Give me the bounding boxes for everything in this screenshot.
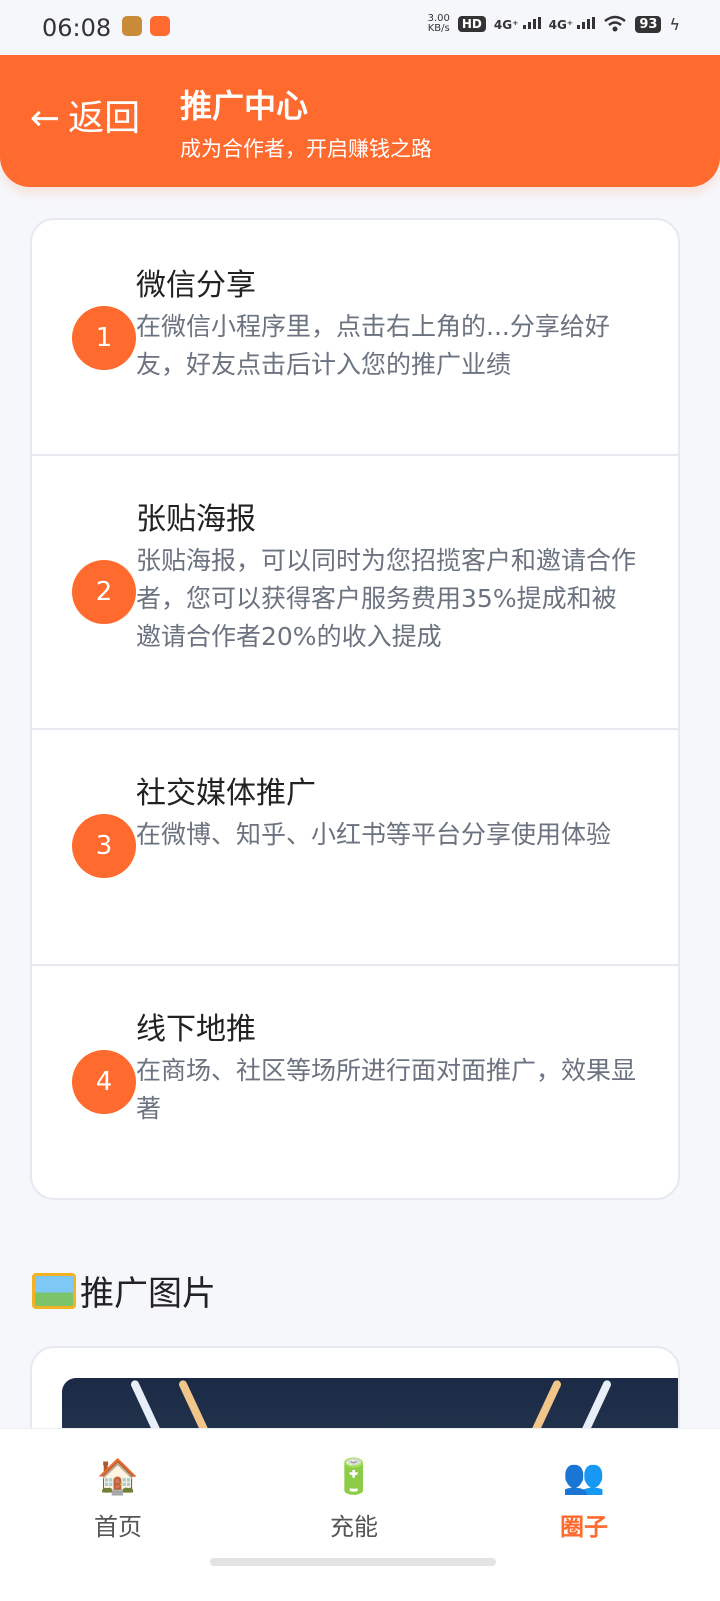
step-number-badge: 2 — [72, 560, 136, 624]
tab-label: 首页 — [94, 1513, 142, 1541]
hd-icon: HD — [457, 16, 486, 32]
step-description: 在微博、知乎、小红书等平台分享使用体验 — [136, 820, 612, 849]
status-bar: 06:08 3.00 KB/s HD 4G⁺ 4G⁺ 93 ϟ — [0, 0, 720, 56]
status-indicators: 3.00 KB/s HD 4G⁺ 4G⁺ 93 ϟ — [428, 14, 680, 34]
back-label: 返回 — [68, 98, 141, 139]
charging-icon: ϟ — [669, 14, 680, 34]
sim2-label: 4G⁺ — [548, 17, 574, 32]
tab-home[interactable]: 🏠 首页 — [58, 1457, 178, 1542]
battery-icon: 93 — [635, 15, 662, 33]
step-description: 张贴海报，可以同时为您招揽客户和邀请合作者，您可以获得客户服务费用35%提成和被… — [136, 546, 637, 651]
network-speed-unit: KB/s — [427, 23, 450, 34]
tab-circle[interactable]: 👥 圈子 — [524, 1457, 644, 1542]
step-title: 微信分享 — [136, 268, 256, 303]
app-notification-icon — [150, 16, 170, 36]
step-number-badge: 4 — [72, 1050, 136, 1114]
page-title: 推广中心 — [180, 87, 309, 125]
status-time: 06:08 — [42, 14, 112, 42]
section-title-text: 推广图片 — [80, 1274, 216, 1314]
framed-picture-icon — [32, 1272, 76, 1309]
page-header: ← 返回 推广中心 成为合作者，开启赚钱之路 — [0, 55, 720, 187]
step-number-badge: 1 — [72, 306, 136, 370]
people-icon: 👥 — [562, 1457, 606, 1497]
tab-label: 充能 — [330, 1513, 378, 1541]
step-title: 张贴海报 — [136, 502, 256, 537]
promotion-methods-card: 1 微信分享 在微信小程序里，点击右上角的...分享给好友，好友点击后计入您的推… — [30, 218, 680, 1200]
back-button[interactable]: ← 返回 — [30, 99, 140, 139]
wifi-icon — [604, 15, 627, 32]
house-icon: 🏠 — [96, 1457, 140, 1497]
sim1-label: 4G⁺ — [493, 17, 519, 32]
step-description: 在微信小程序里，点击右上角的...分享给好友，好友点击后计入您的推广业绩 — [136, 312, 610, 379]
step-title: 线下地推 — [136, 1012, 256, 1047]
bottom-tab-bar: 🏠 首页 🔋 充能 👥 圈子 — [0, 1428, 720, 1601]
step-item: 4 线下地推 在商场、社区等场所进行面对面推广，效果显著 — [32, 966, 678, 1198]
battery-icon: 🔋 — [332, 1457, 376, 1497]
step-item: 2 张贴海报 张贴海报，可以同时为您招揽客户和邀请合作者，您可以获得客户服务费用… — [32, 456, 678, 730]
tab-charge[interactable]: 🔋 充能 — [294, 1457, 414, 1542]
tab-label: 圈子 — [560, 1513, 608, 1541]
notification-icons — [122, 16, 170, 36]
section-title: 推广图片 — [32, 1266, 216, 1315]
home-indicator[interactable] — [210, 1558, 496, 1566]
network-speed: 3.00 KB/s — [428, 14, 450, 34]
step-item: 1 微信分享 在微信小程序里，点击右上角的...分享给好友，好友点击后计入您的推… — [32, 220, 678, 456]
app-notification-icon — [122, 16, 142, 36]
step-title: 社交媒体推广 — [136, 776, 316, 811]
sim2-signal-icon: 4G⁺ — [548, 16, 596, 32]
arrow-left-icon: ← — [30, 98, 61, 139]
sim1-signal-icon: 4G⁺ — [493, 16, 541, 32]
page-subtitle: 成为合作者，开启赚钱之路 — [180, 137, 432, 161]
step-description: 在商场、社区等场所进行面对面推广，效果显著 — [136, 1056, 637, 1123]
step-number-badge: 3 — [72, 814, 136, 878]
step-item: 3 社交媒体推广 在微博、知乎、小红书等平台分享使用体验 — [32, 730, 678, 966]
